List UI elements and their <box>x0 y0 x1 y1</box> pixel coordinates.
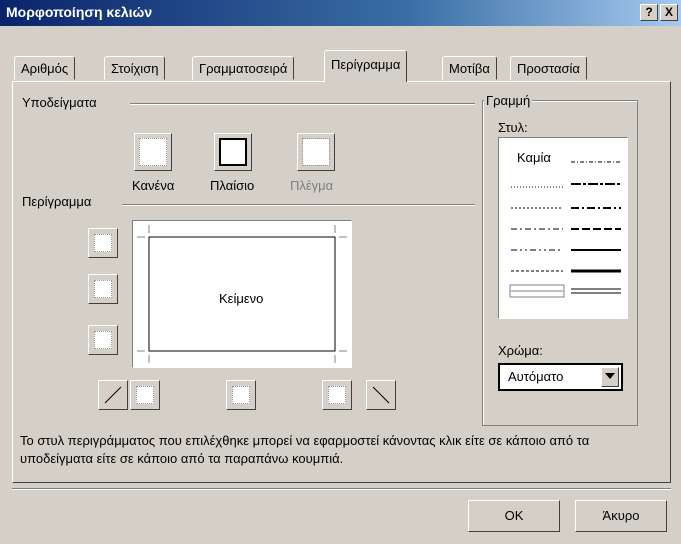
border-group-label: Περίγραμμα <box>20 194 94 209</box>
border-middle-horizontal-icon <box>94 280 112 298</box>
preset-inside-label: Πλέγμα <box>290 178 334 193</box>
chevron-down-icon <box>605 373 615 379</box>
cancel-button[interactable]: Άκυρο <box>575 500 667 532</box>
description-text: Το στυλ περιγράμματος που επιλέχθηκε μπο… <box>20 433 590 466</box>
tab-border[interactable]: Περίγραμμα <box>324 50 408 82</box>
color-dropdown-button[interactable] <box>601 367 619 387</box>
line-color-select[interactable]: Αυτόματο <box>498 363 623 391</box>
border-left-button[interactable] <box>130 380 160 410</box>
border-preview[interactable]: Κείμενο <box>132 220 352 368</box>
border-diagonal-down-button[interactable] <box>366 380 396 410</box>
preset-outline-button[interactable] <box>214 133 252 171</box>
preset-none-button[interactable] <box>134 133 172 171</box>
line-style-label: Στυλ: <box>498 120 528 135</box>
tab-font[interactable]: Γραμματοσειρά <box>192 56 295 80</box>
preset-inside-button[interactable] <box>297 133 335 171</box>
line-color-value: Αυτόματο <box>508 369 564 384</box>
presets-group-label: Υποδείγματα <box>20 95 99 110</box>
line-style-samples[interactable] <box>499 138 627 318</box>
border-middle-horizontal-button[interactable] <box>88 274 118 304</box>
presets-divider <box>130 103 475 105</box>
border-top-icon <box>94 234 112 252</box>
tab-protection[interactable]: Προστασία <box>510 56 587 80</box>
help-button[interactable]: ? <box>640 4 658 21</box>
border-divider <box>122 204 475 206</box>
border-right-button[interactable] <box>322 380 352 410</box>
title-bar: Μορφοποίηση κελιών ? X <box>0 0 681 26</box>
border-bottom-button[interactable] <box>88 325 118 355</box>
line-style-list[interactable]: Καμία <box>498 137 628 319</box>
tab-patterns[interactable]: Μοτίβα <box>442 56 497 80</box>
preview-text: Κείμενο <box>219 291 264 306</box>
close-button[interactable]: X <box>660 4 678 21</box>
preset-outline-icon <box>219 138 247 166</box>
line-color-label: Χρώμα: <box>498 343 543 358</box>
border-middle-vertical-button[interactable] <box>226 380 256 410</box>
line-group-label: Γραμμή <box>484 93 533 108</box>
tab-alignment[interactable]: Στοίχιση <box>104 56 166 80</box>
border-middle-vertical-icon <box>232 386 250 404</box>
preset-inside-icon <box>302 138 330 166</box>
border-top-button[interactable] <box>88 228 118 258</box>
preset-none-icon <box>139 138 167 166</box>
border-bottom-icon <box>94 331 112 349</box>
preset-none-label: Κανένα <box>132 178 175 193</box>
diagonal-up-icon <box>104 386 122 404</box>
border-left-icon <box>136 386 154 404</box>
ok-button[interactable]: OK <box>468 500 560 532</box>
tab-number[interactable]: Αριθμός <box>14 56 76 80</box>
preset-outline-label: Πλαίσιο <box>210 178 255 193</box>
border-diagonal-up-button[interactable] <box>98 380 128 410</box>
window-title: Μορφοποίηση κελιών <box>6 4 153 20</box>
border-right-icon <box>328 386 346 404</box>
footer-divider <box>12 488 671 490</box>
diagonal-down-icon <box>372 386 390 404</box>
